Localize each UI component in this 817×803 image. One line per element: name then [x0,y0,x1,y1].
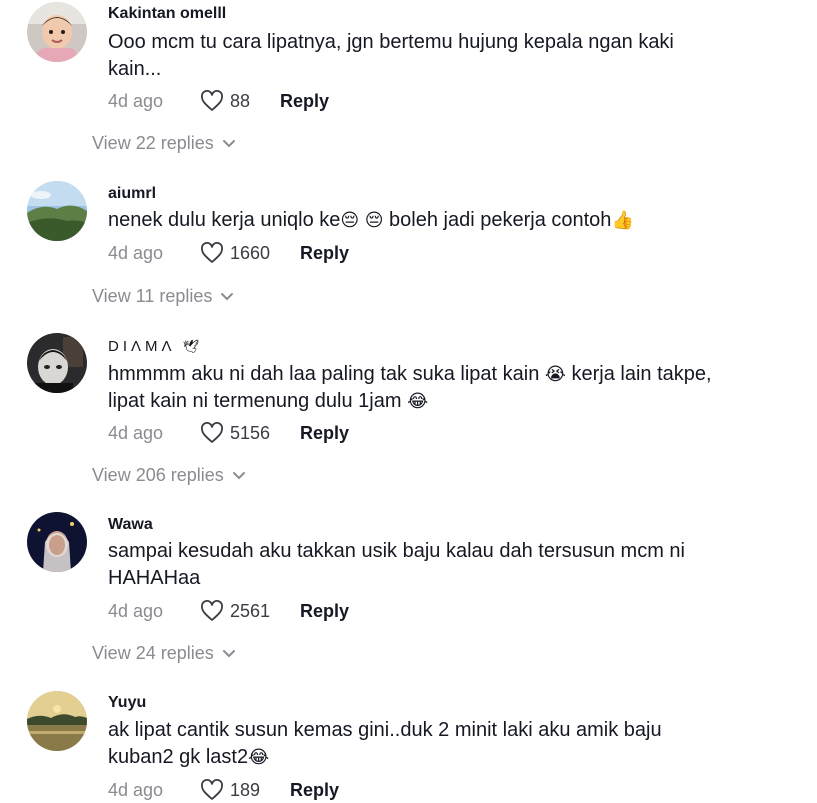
comment-text: ak lipat cantik susun kemas gini..duk 2 … [108,717,708,771]
tears-of-joy-icon: 😂 [248,747,270,768]
text-segment: ak lipat cantik susun kemas gini..duk 2 … [108,719,662,768]
like-button[interactable]: 1660 [200,242,270,264]
timestamp: 4d ago [108,422,164,443]
view-replies-button[interactable]: View 24 replies [92,643,236,664]
comment-text: hmmmm aku ni dah laa paling tak suka lip… [108,361,748,415]
like-button[interactable]: 5156 [200,422,270,444]
like-button[interactable]: 88 [200,90,250,112]
dove-icon: 🕊 [182,340,200,355]
night-portrait-photo-icon [27,512,87,572]
like-count: 88 [230,90,251,111]
heart-icon [201,242,223,263]
chevron-down-icon [221,292,234,300]
pensive-face-icon: 😔 [364,210,384,231]
avatar[interactable] [27,512,87,572]
text-segment: hmmmm aku ni dah laa paling tak suka lip… [108,363,545,385]
like-count: 189 [230,779,261,800]
comment-meta: 4d ago 189 Reply [108,777,339,803]
username-text: DIΛMΛ [108,338,175,355]
like-count: 1660 [230,242,271,263]
reply-button[interactable]: Reply [280,91,329,112]
comment-meta: 4d ago 2561 Reply [108,598,349,624]
timestamp: 4d ago [108,779,164,800]
username[interactable]: aiumrl [108,185,156,203]
view-replies-label: View 24 replies [92,643,214,663]
timestamp: 4d ago [108,90,164,111]
view-replies-button[interactable]: View 206 replies [92,465,246,486]
landscape-photo-icon [27,181,87,241]
chevron-down-icon [222,139,235,147]
comment-meta: 4d ago 1660 Reply [108,240,349,266]
text-segment: boleh jadi pekerja contoh [383,209,612,231]
avatar[interactable] [27,2,87,62]
heart-icon [201,422,223,443]
avatar[interactable] [27,333,87,393]
sunset-lake-photo-icon [27,691,87,751]
heart-icon [201,600,223,621]
view-replies-label: View 11 replies [92,286,213,306]
like-button[interactable]: 2561 [200,600,270,622]
like-count: 5156 [230,422,271,443]
heart-icon [201,90,223,111]
timestamp: 4d ago [108,242,164,263]
username[interactable]: Yuyu [108,694,146,712]
comment-meta: 4d ago 88 Reply [108,88,329,114]
avatar[interactable] [27,181,87,241]
comment-text: Ooo mcm tu cara lipatnya, jgn bertemu hu… [108,31,674,80]
tears-of-joy-icon: 😂 [407,391,429,412]
like-button[interactable]: 189 [200,779,260,801]
text-segment: nenek dulu kerja uniqlo ke [108,209,341,231]
reply-button[interactable]: Reply [300,423,349,444]
view-replies-label: View 206 replies [92,465,224,485]
comment-text: sampai kesudah aku takkan usik baju kala… [108,540,685,589]
username[interactable]: Kakintan omelll [108,5,226,23]
timestamp: 4d ago [108,600,164,621]
comment-text: nenek dulu kerja uniqlo ke😔 😔 boleh jadi… [108,207,728,234]
username[interactable]: DIΛMΛ 🕊 [108,338,199,355]
view-replies-button[interactable]: View 22 replies [92,133,236,154]
like-count: 2561 [230,600,271,621]
pensive-face-icon: 😔 [340,210,360,231]
chevron-down-icon [232,471,245,479]
masked-person-photo-icon [27,333,87,393]
username[interactable]: Wawa [108,516,153,534]
view-replies-button[interactable]: View 11 replies [92,286,234,307]
heart-icon [201,779,223,800]
chevron-down-icon [222,649,235,657]
baby-photo-icon [27,2,87,62]
loudly-crying-face-icon: 😭 [544,364,566,385]
reply-button[interactable]: Reply [300,243,349,264]
view-replies-label: View 22 replies [92,133,214,153]
avatar[interactable] [27,691,87,751]
comment-meta: 4d ago 5156 Reply [108,420,349,446]
reply-button[interactable]: Reply [290,780,339,801]
thumbs-up-icon: 👍 [611,210,634,231]
reply-button[interactable]: Reply [300,601,349,622]
